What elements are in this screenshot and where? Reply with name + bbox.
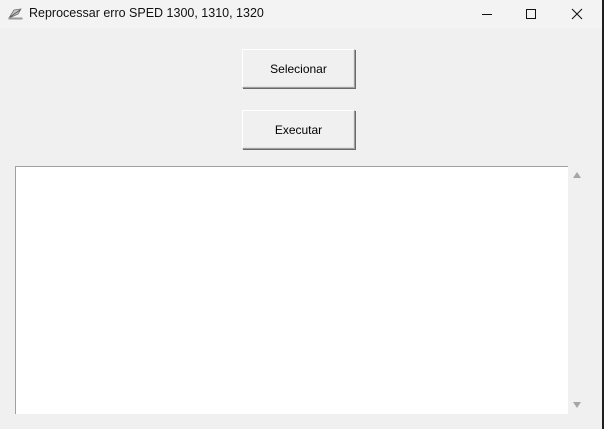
minimize-icon — [482, 14, 492, 15]
window-title: Reprocessar erro SPED 1300, 1310, 1320 — [29, 6, 264, 20]
close-button[interactable] — [554, 0, 600, 28]
execute-button-label: Executar — [274, 122, 323, 137]
app-window: Reprocessar erro SPED 1300, 1310, 1320 S… — [0, 0, 602, 429]
output-text-area[interactable] — [15, 166, 568, 414]
feather-app-icon — [8, 8, 23, 20]
maximize-icon — [526, 9, 536, 19]
maximize-button[interactable] — [508, 0, 554, 28]
scroll-down-arrow-icon[interactable] — [572, 401, 582, 409]
scroll-up-arrow-icon[interactable] — [572, 171, 582, 179]
vertical-scrollbar[interactable] — [568, 166, 586, 414]
select-button-label: Selecionar — [270, 61, 327, 76]
minimize-button[interactable] — [464, 0, 510, 28]
execute-button[interactable]: Executar — [242, 110, 355, 149]
close-icon — [571, 8, 583, 20]
title-bar[interactable]: Reprocessar erro SPED 1300, 1310, 1320 — [0, 0, 602, 28]
select-button[interactable]: Selecionar — [242, 49, 355, 88]
